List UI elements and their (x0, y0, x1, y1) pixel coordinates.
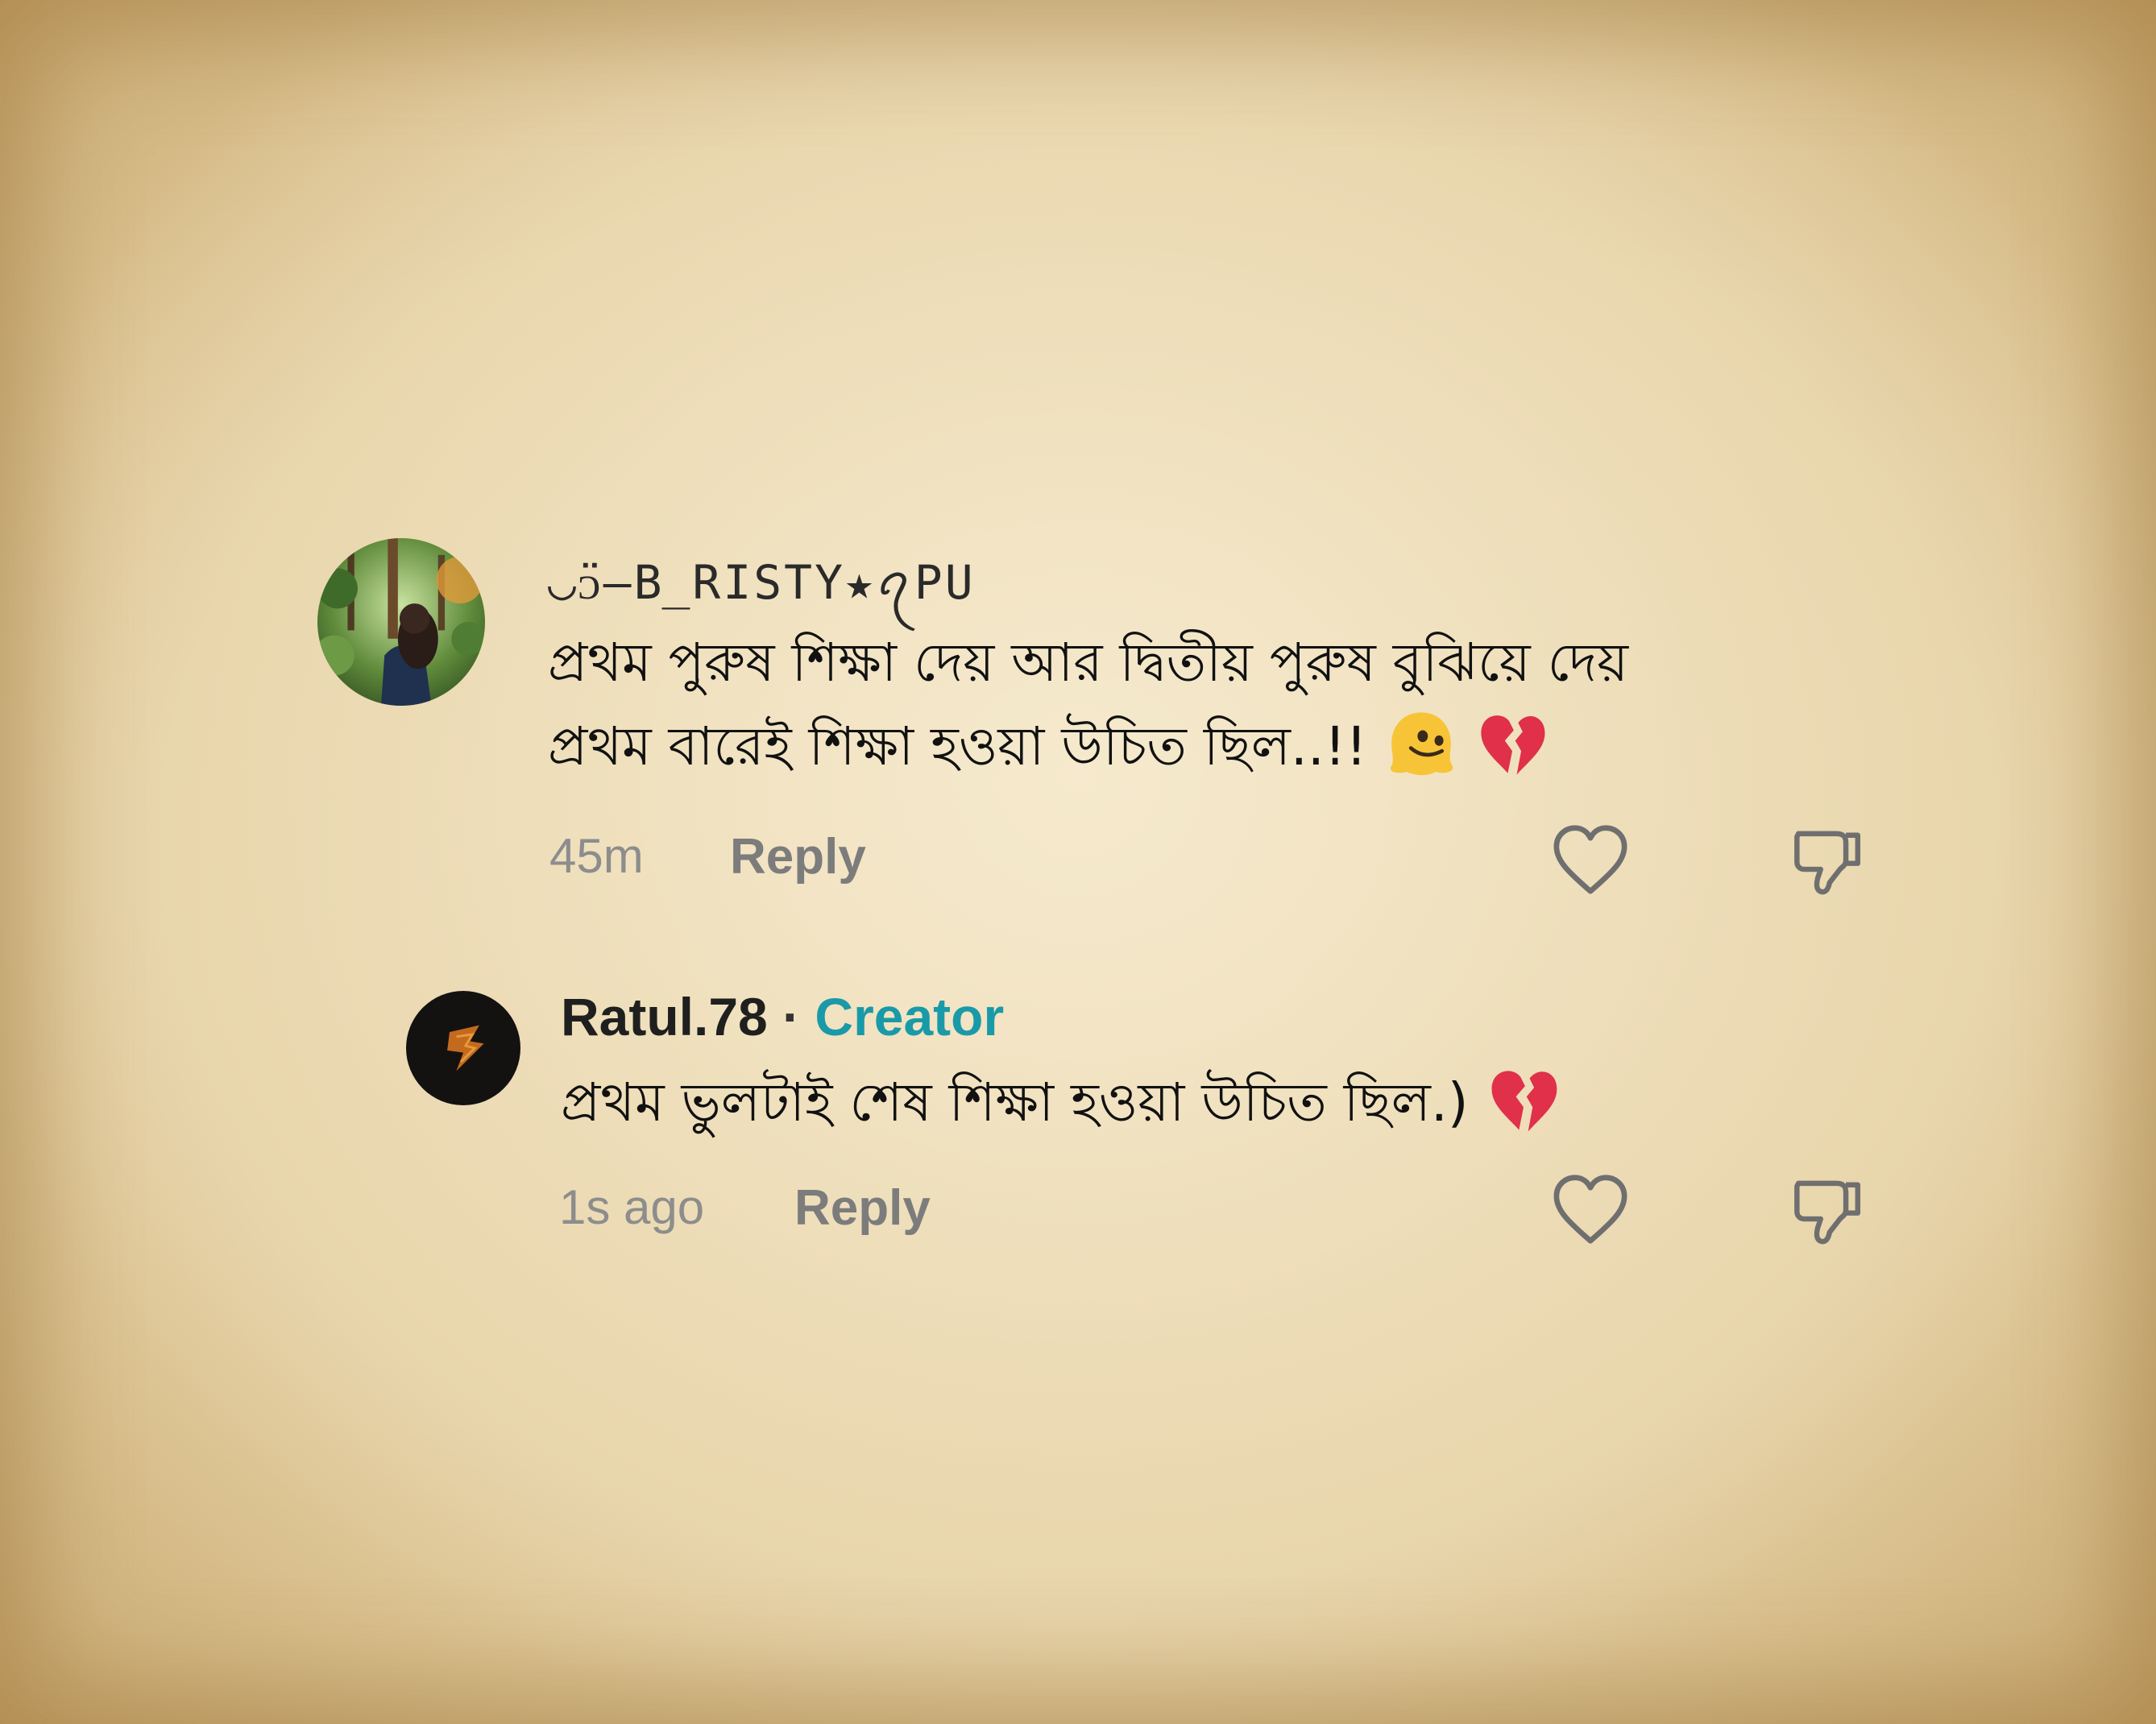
avatar[interactable] (406, 991, 520, 1105)
comment-text-line-with-emoji: প্রথম বারেই শিক্ষা হওয়া উচিত ছিল..!! (548, 706, 1549, 794)
thumbs-down-icon[interactable] (1790, 823, 1866, 897)
avatar[interactable] (317, 538, 485, 706)
username-text: Ratul.78 (561, 987, 768, 1046)
melting-face-icon (1384, 707, 1458, 794)
comment-text-line-with-emoji: প্রথম ভুলটাই শেষ শিক্ষা হওয়া উচিত ছিল.) (561, 1062, 1561, 1150)
heart-icon[interactable] (1552, 823, 1629, 896)
broken-heart-icon (1475, 707, 1549, 794)
broken-heart-icon (1486, 1062, 1561, 1150)
reply-button[interactable]: Reply (794, 1179, 931, 1237)
comment-timestamp: 45m (549, 829, 644, 883)
username[interactable]: ◡̈ᴐ—B̲RISTY★ꪖPU (548, 538, 976, 636)
separator-dot: · (782, 987, 801, 1046)
comment-text-line: প্রথম পুরুষ শিক্ষা দেয় আর দ্বিতীয় পুরু… (548, 632, 1628, 694)
heart-icon[interactable] (1552, 1173, 1629, 1245)
dark-logo-avatar-icon (406, 991, 520, 1105)
comment-text: প্রথম ভুলটাই শেষ শিক্ষা হওয়া উচিত ছিল.) (561, 1071, 1469, 1134)
username[interactable]: Ratul.78 · Creator (561, 986, 1004, 1047)
reply-button[interactable]: Reply (730, 828, 866, 885)
comment-timestamp: 1s ago (559, 1180, 705, 1234)
comment-text: প্রথম বারেই শিক্ষা হওয়া উচিত ছিল..!! (548, 715, 1367, 777)
thumbs-down-icon[interactable] (1790, 1173, 1866, 1247)
girl-in-forest-avatar-icon (317, 538, 485, 706)
creator-badge: Creator (815, 987, 1005, 1046)
